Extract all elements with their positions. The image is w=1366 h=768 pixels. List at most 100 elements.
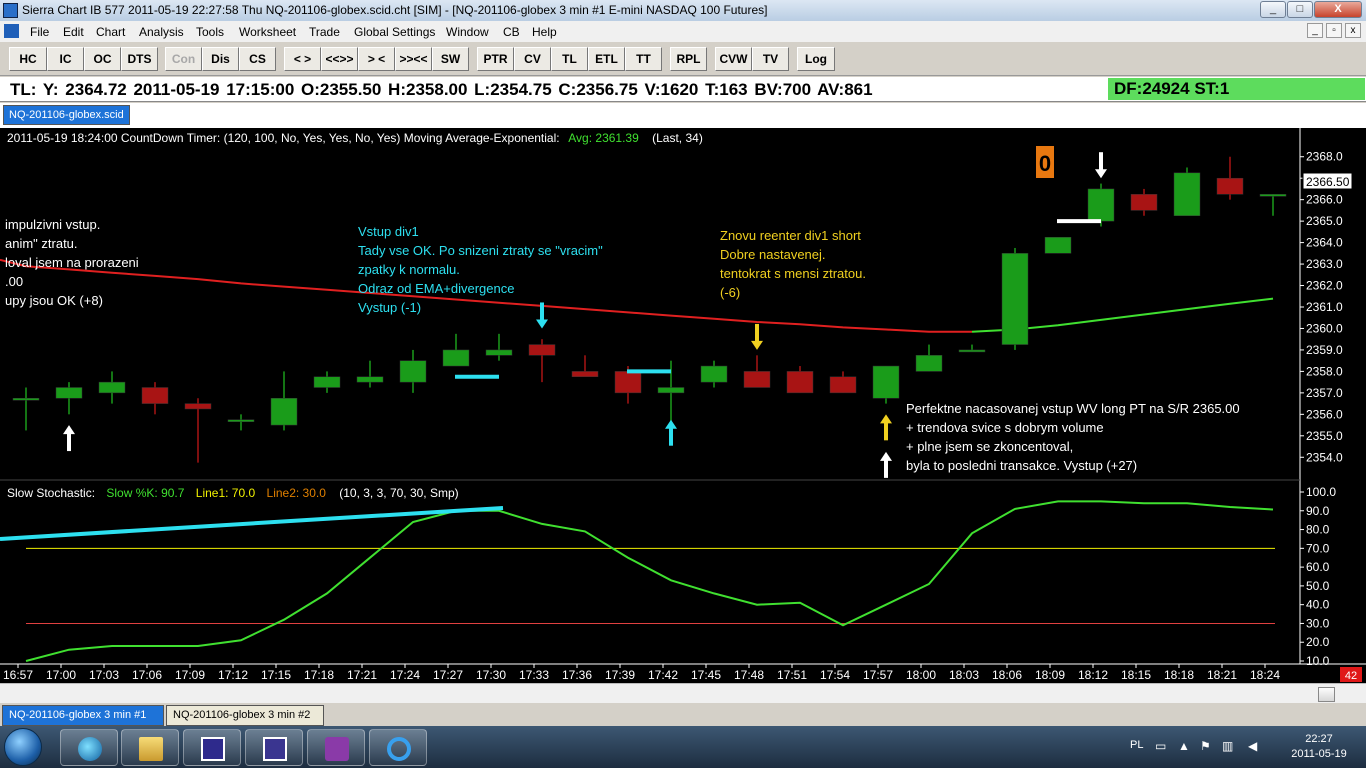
taskbar-internet-explorer[interactable]	[369, 729, 427, 766]
taskbar-app-3[interactable]	[183, 729, 241, 766]
network-icon[interactable]: ▥	[1222, 739, 1233, 753]
toolbar-button-cv[interactable]: CV	[514, 47, 551, 71]
annotation-line: + trendova svice s dobrym volume	[906, 420, 1104, 435]
chart-scrollbar[interactable]	[0, 683, 1366, 703]
taskbar-onenote[interactable]	[307, 729, 365, 766]
menu-tools[interactable]: Tools	[196, 25, 224, 39]
price-tick-label: 2363.0	[1306, 257, 1343, 271]
price-tick-label: 2358.0	[1306, 364, 1343, 378]
toolbar-button-dis[interactable]: Dis	[202, 47, 239, 71]
toolbar-button-cs[interactable]: CS	[239, 47, 276, 71]
toolbar-button-dts[interactable]: DTS	[121, 47, 158, 71]
chartbook-tab-2[interactable]: NQ-201106-globex 3 min #2	[166, 705, 324, 726]
stoch-tick-label: 90.0	[1306, 504, 1330, 518]
minimize-button[interactable]: _	[1260, 1, 1286, 18]
stoch-trendline	[0, 505, 504, 541]
chevron-up-icon[interactable]: ▲	[1178, 739, 1190, 753]
time-tick-label: 17:09	[175, 668, 205, 682]
chart-svg[interactable]: 2354.0 2355.0 2356.0 2357.0 2358.0 2359.0 2360…	[0, 128, 1366, 683]
chart-area[interactable]: 2354.0 2355.0 2356.0 2357.0 2358.0 2359.0 2360…	[0, 128, 1366, 683]
scroll-badge: 42	[1345, 670, 1357, 682]
toolbar-button-log[interactable]: Log	[797, 47, 835, 71]
arrow-up-icon	[880, 414, 892, 424]
tool-value-bar: TL: Y: 2364.72 2011-05-19 17:15:00 O:235…	[0, 77, 1366, 102]
taskbar-app-4[interactable]	[245, 729, 303, 766]
toolbar-button-cvw[interactable]: CVW	[715, 47, 752, 71]
taskbar-sierra-chart[interactable]	[60, 729, 118, 766]
toolbar-button-hc[interactable]: HC	[9, 47, 47, 71]
annotation-line: Znovu reenter div1 short	[720, 228, 861, 243]
menu-global-settings[interactable]: Global Settings	[354, 25, 435, 39]
candle-body	[184, 403, 212, 410]
menu-cb[interactable]: CB	[503, 25, 520, 39]
candle-body	[442, 349, 470, 367]
mdi-restore-button[interactable]: ▫	[1326, 23, 1342, 38]
candle-body	[12, 397, 40, 401]
language-indicator[interactable]: PL	[1130, 739, 1143, 751]
close-button[interactable]: X	[1314, 1, 1362, 18]
maximize-button[interactable]: □	[1287, 1, 1313, 18]
chart-header: 2011-05-19 18:24:00 CountDown Timer: (12…	[7, 131, 703, 145]
toolbar-button-scroll-both[interactable]: < >	[284, 47, 321, 71]
menu-analysis[interactable]: Analysis	[139, 25, 184, 39]
toolbar-button-zoom-all[interactable]: >><<	[395, 47, 432, 71]
annotation-line: Perfektne nacasovanej vstup WV long PT n…	[906, 401, 1240, 416]
internet-explorer-icon	[387, 737, 411, 761]
toolbar-button-ptr[interactable]: PTR	[477, 47, 514, 71]
candle-body	[1087, 188, 1115, 222]
arrow-up-icon	[880, 451, 892, 461]
menu-trade[interactable]: Trade	[309, 25, 340, 39]
stoch-k-value: Slow %K: 90.7	[106, 486, 184, 500]
chart-window-icon[interactable]	[4, 24, 19, 38]
time-tick-label: 18:03	[949, 668, 979, 682]
toolbar-button-con[interactable]: Con	[165, 47, 202, 71]
volume-icon[interactable]: ◀	[1248, 739, 1257, 753]
candle-body	[700, 365, 728, 383]
candle-body	[485, 349, 513, 356]
toolbar-button-tl[interactable]: TL	[551, 47, 588, 71]
price-tick-label: 2368.0	[1306, 150, 1343, 164]
menu-worksheet[interactable]: Worksheet	[239, 25, 296, 39]
ema-avg-value: Avg: 2361.39	[568, 131, 639, 145]
price-tick-label: 2365.0	[1306, 214, 1343, 228]
annotation-line: Vystup (-1)	[358, 300, 421, 315]
toolbar-button-ic[interactable]: IC	[47, 47, 84, 71]
chart-file-tab[interactable]: NQ-201106-globex.scid	[3, 105, 130, 125]
toolbar-button-sw[interactable]: SW	[432, 47, 469, 71]
menu-chart[interactable]: Chart	[96, 25, 125, 39]
annotation-line: (-6)	[720, 285, 740, 300]
menu-edit[interactable]: Edit	[63, 25, 84, 39]
menu-help[interactable]: Help	[532, 25, 557, 39]
toolbar-button-scroll-all[interactable]: <<>>	[321, 47, 358, 71]
window-titlebar[interactable]: Sierra Chart IB 577 2011-05-19 22:27:58 …	[0, 0, 1366, 21]
control-bar: HC IC OC DTS Con Dis CS < > <<>> > < >><…	[0, 42, 1366, 76]
price-tick-label: 2366.0	[1306, 193, 1343, 207]
mdi-close-button[interactable]: x	[1345, 23, 1361, 38]
menu-file[interactable]: File	[30, 25, 49, 39]
keyboard-icon[interactable]: ▭	[1155, 739, 1166, 753]
toolbar-button-oc[interactable]: OC	[84, 47, 121, 71]
candle-body	[657, 387, 685, 394]
stoch-params: (10, 3, 3, 70, 30, Smp)	[339, 486, 458, 500]
candle-body	[1044, 236, 1072, 254]
candle-body	[55, 387, 83, 399]
mdi-minimize-button[interactable]: _	[1307, 23, 1323, 38]
toolbar-button-tv[interactable]: TV	[752, 47, 789, 71]
scrollbar-thumb[interactable]	[1318, 687, 1335, 702]
start-button[interactable]	[4, 728, 42, 766]
taskbar-explorer[interactable]	[121, 729, 179, 766]
system-clock[interactable]: 22:27 2011-05-19	[1286, 732, 1352, 762]
flag-icon[interactable]: ⚑	[1200, 739, 1211, 753]
chartbook-tab-1[interactable]: NQ-201106-globex 3 min #1	[2, 705, 164, 726]
time-tick-label: 18:21	[1207, 668, 1237, 682]
candle-body	[313, 376, 341, 388]
toolbar-button-etl[interactable]: ETL	[588, 47, 625, 71]
price-tick-label: 2360.0	[1306, 321, 1343, 335]
toolbar-button-zoom-in[interactable]: > <	[358, 47, 395, 71]
candle-body	[356, 376, 384, 383]
toolbar-button-tt[interactable]: TT	[625, 47, 662, 71]
menu-window[interactable]: Window	[446, 25, 489, 39]
toolbar-button-rpl[interactable]: RPL	[670, 47, 707, 71]
time-tick-label: 17:03	[89, 668, 119, 682]
stoch-line1-value: Line1: 70.0	[196, 486, 256, 500]
